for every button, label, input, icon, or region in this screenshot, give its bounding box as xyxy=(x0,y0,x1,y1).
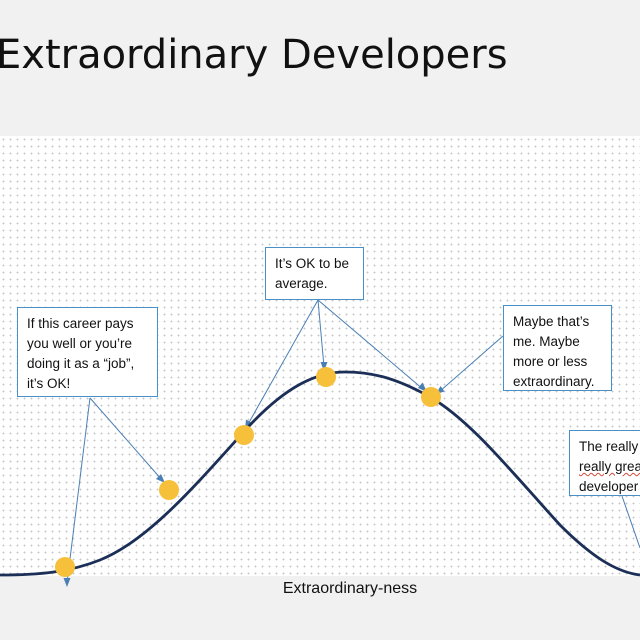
data-point xyxy=(159,480,179,500)
arrow-great-to-edge xyxy=(621,495,640,549)
data-point xyxy=(55,557,75,577)
callout-average: It’s OK to be average. xyxy=(265,247,364,300)
x-axis-label: Extraordinary-ness xyxy=(282,580,418,597)
callout-great-line-2: really grea xyxy=(579,459,640,474)
callout-job: If this career pays you well or you’re d… xyxy=(17,307,158,397)
arrow-average-to-point-3 xyxy=(246,299,319,427)
arrow-average-to-point-4 xyxy=(317,299,325,368)
data-point xyxy=(316,367,336,387)
arrow-job-to-point-2 xyxy=(89,397,163,481)
bell-curve xyxy=(0,370,640,577)
data-points xyxy=(55,367,441,577)
data-point xyxy=(234,425,254,445)
callout-me: Maybe that’s me. Maybe more or less extr… xyxy=(503,305,612,391)
data-point xyxy=(421,387,441,407)
arrow-job-to-point-1 xyxy=(66,397,91,584)
callout-great-line-3: developer xyxy=(579,479,639,494)
arrow-me-to-point-5 xyxy=(438,335,504,393)
callout-great-line-1: The really xyxy=(579,439,639,454)
callout-great: The really really grea developer xyxy=(569,430,640,496)
